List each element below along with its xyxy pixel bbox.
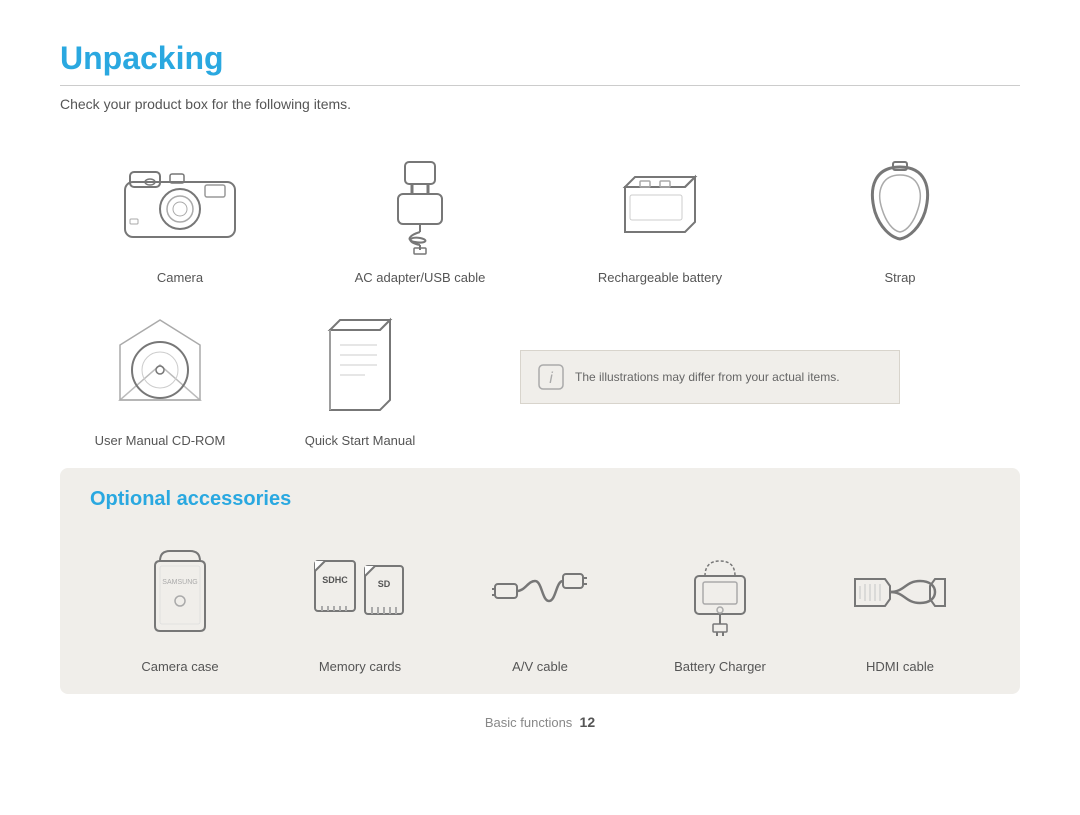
strap-icon: [860, 157, 940, 247]
page-container: Unpacking Check your product box for the…: [0, 0, 1080, 760]
strap-image: [860, 142, 940, 262]
item-cdrom: User Manual CD-ROM: [60, 305, 260, 448]
item-manual: Quick Start Manual: [260, 305, 460, 448]
camera-case-image: SAMSUNG: [140, 531, 220, 651]
strap-label: Strap: [884, 270, 915, 285]
optional-items-grid: SAMSUNG Camera case: [90, 531, 990, 674]
items-row1: Camera: [60, 142, 1020, 285]
item-battery: Rechargeable battery: [560, 142, 760, 285]
cdrom-icon: [105, 315, 215, 415]
manual-icon: [315, 315, 405, 415]
item-strap: Strap: [800, 142, 1000, 285]
battery-charger-image: [675, 531, 765, 651]
svg-text:SDHC: SDHC: [322, 575, 348, 585]
item-camera: Camera: [80, 142, 280, 285]
battery-image: [615, 142, 705, 262]
footer: Basic functions 12: [60, 714, 1020, 730]
av-cable-label: A/V cable: [512, 659, 568, 674]
item-battery-charger: Battery Charger: [635, 531, 805, 674]
item-camera-case: SAMSUNG Camera case: [95, 531, 265, 674]
avcable-icon: [490, 546, 590, 636]
info-icon: i: [537, 363, 565, 391]
item-av-cable: A/V cable: [455, 531, 625, 674]
memory-cards-image: SDHC SD: [310, 531, 410, 651]
note-text: The illustrations may differ from your a…: [575, 370, 840, 384]
cdrom-label: User Manual CD-ROM: [95, 433, 226, 448]
adapter-icon: [370, 152, 470, 252]
charger-icon: [675, 546, 765, 636]
footer-text: Basic functions: [485, 715, 572, 730]
page-subtitle: Check your product box for the following…: [60, 96, 1020, 112]
memcard-icon: SDHC SD: [310, 551, 410, 631]
battery-charger-label: Battery Charger: [674, 659, 766, 674]
items-row2: User Manual CD-ROM: [60, 305, 460, 448]
svg-text:SD: SD: [378, 579, 391, 589]
footer-page-number: 12: [580, 714, 596, 730]
svg-text:i: i: [549, 370, 553, 387]
manual-image: [315, 305, 405, 425]
camera-image: [115, 142, 245, 262]
title-divider: [60, 85, 1020, 86]
case-label: Camera case: [141, 659, 218, 674]
item-hdmi-cable: HDMI cable: [815, 531, 985, 674]
av-cable-image: [490, 531, 590, 651]
memory-cards-label: Memory cards: [319, 659, 401, 674]
hdmi-cable-image: [850, 531, 950, 651]
adapter-label: AC adapter/USB cable: [355, 270, 486, 285]
page-title: Unpacking: [60, 40, 1020, 77]
item-adapter: AC adapter/USB cable: [320, 142, 520, 285]
battery-icon: [615, 167, 705, 237]
camera-label: Camera: [157, 270, 203, 285]
battery-label: Rechargeable battery: [598, 270, 722, 285]
cdrom-image: [105, 305, 215, 425]
manual-label: Quick Start Manual: [305, 433, 416, 448]
row2-container: User Manual CD-ROM: [60, 305, 1020, 448]
optional-section: Optional accessories SAMSUNG: [60, 468, 1020, 694]
hdmi-icon: [850, 551, 950, 631]
note-box: i The illustrations may differ from your…: [520, 350, 900, 404]
optional-title: Optional accessories: [90, 488, 990, 511]
item-memory-cards: SDHC SD: [275, 531, 445, 674]
svg-text:SAMSUNG: SAMSUNG: [162, 579, 197, 586]
camera-icon: [115, 157, 245, 247]
case-icon: SAMSUNG: [140, 546, 220, 636]
adapter-image: [370, 142, 470, 262]
hdmi-cable-label: HDMI cable: [866, 659, 934, 674]
